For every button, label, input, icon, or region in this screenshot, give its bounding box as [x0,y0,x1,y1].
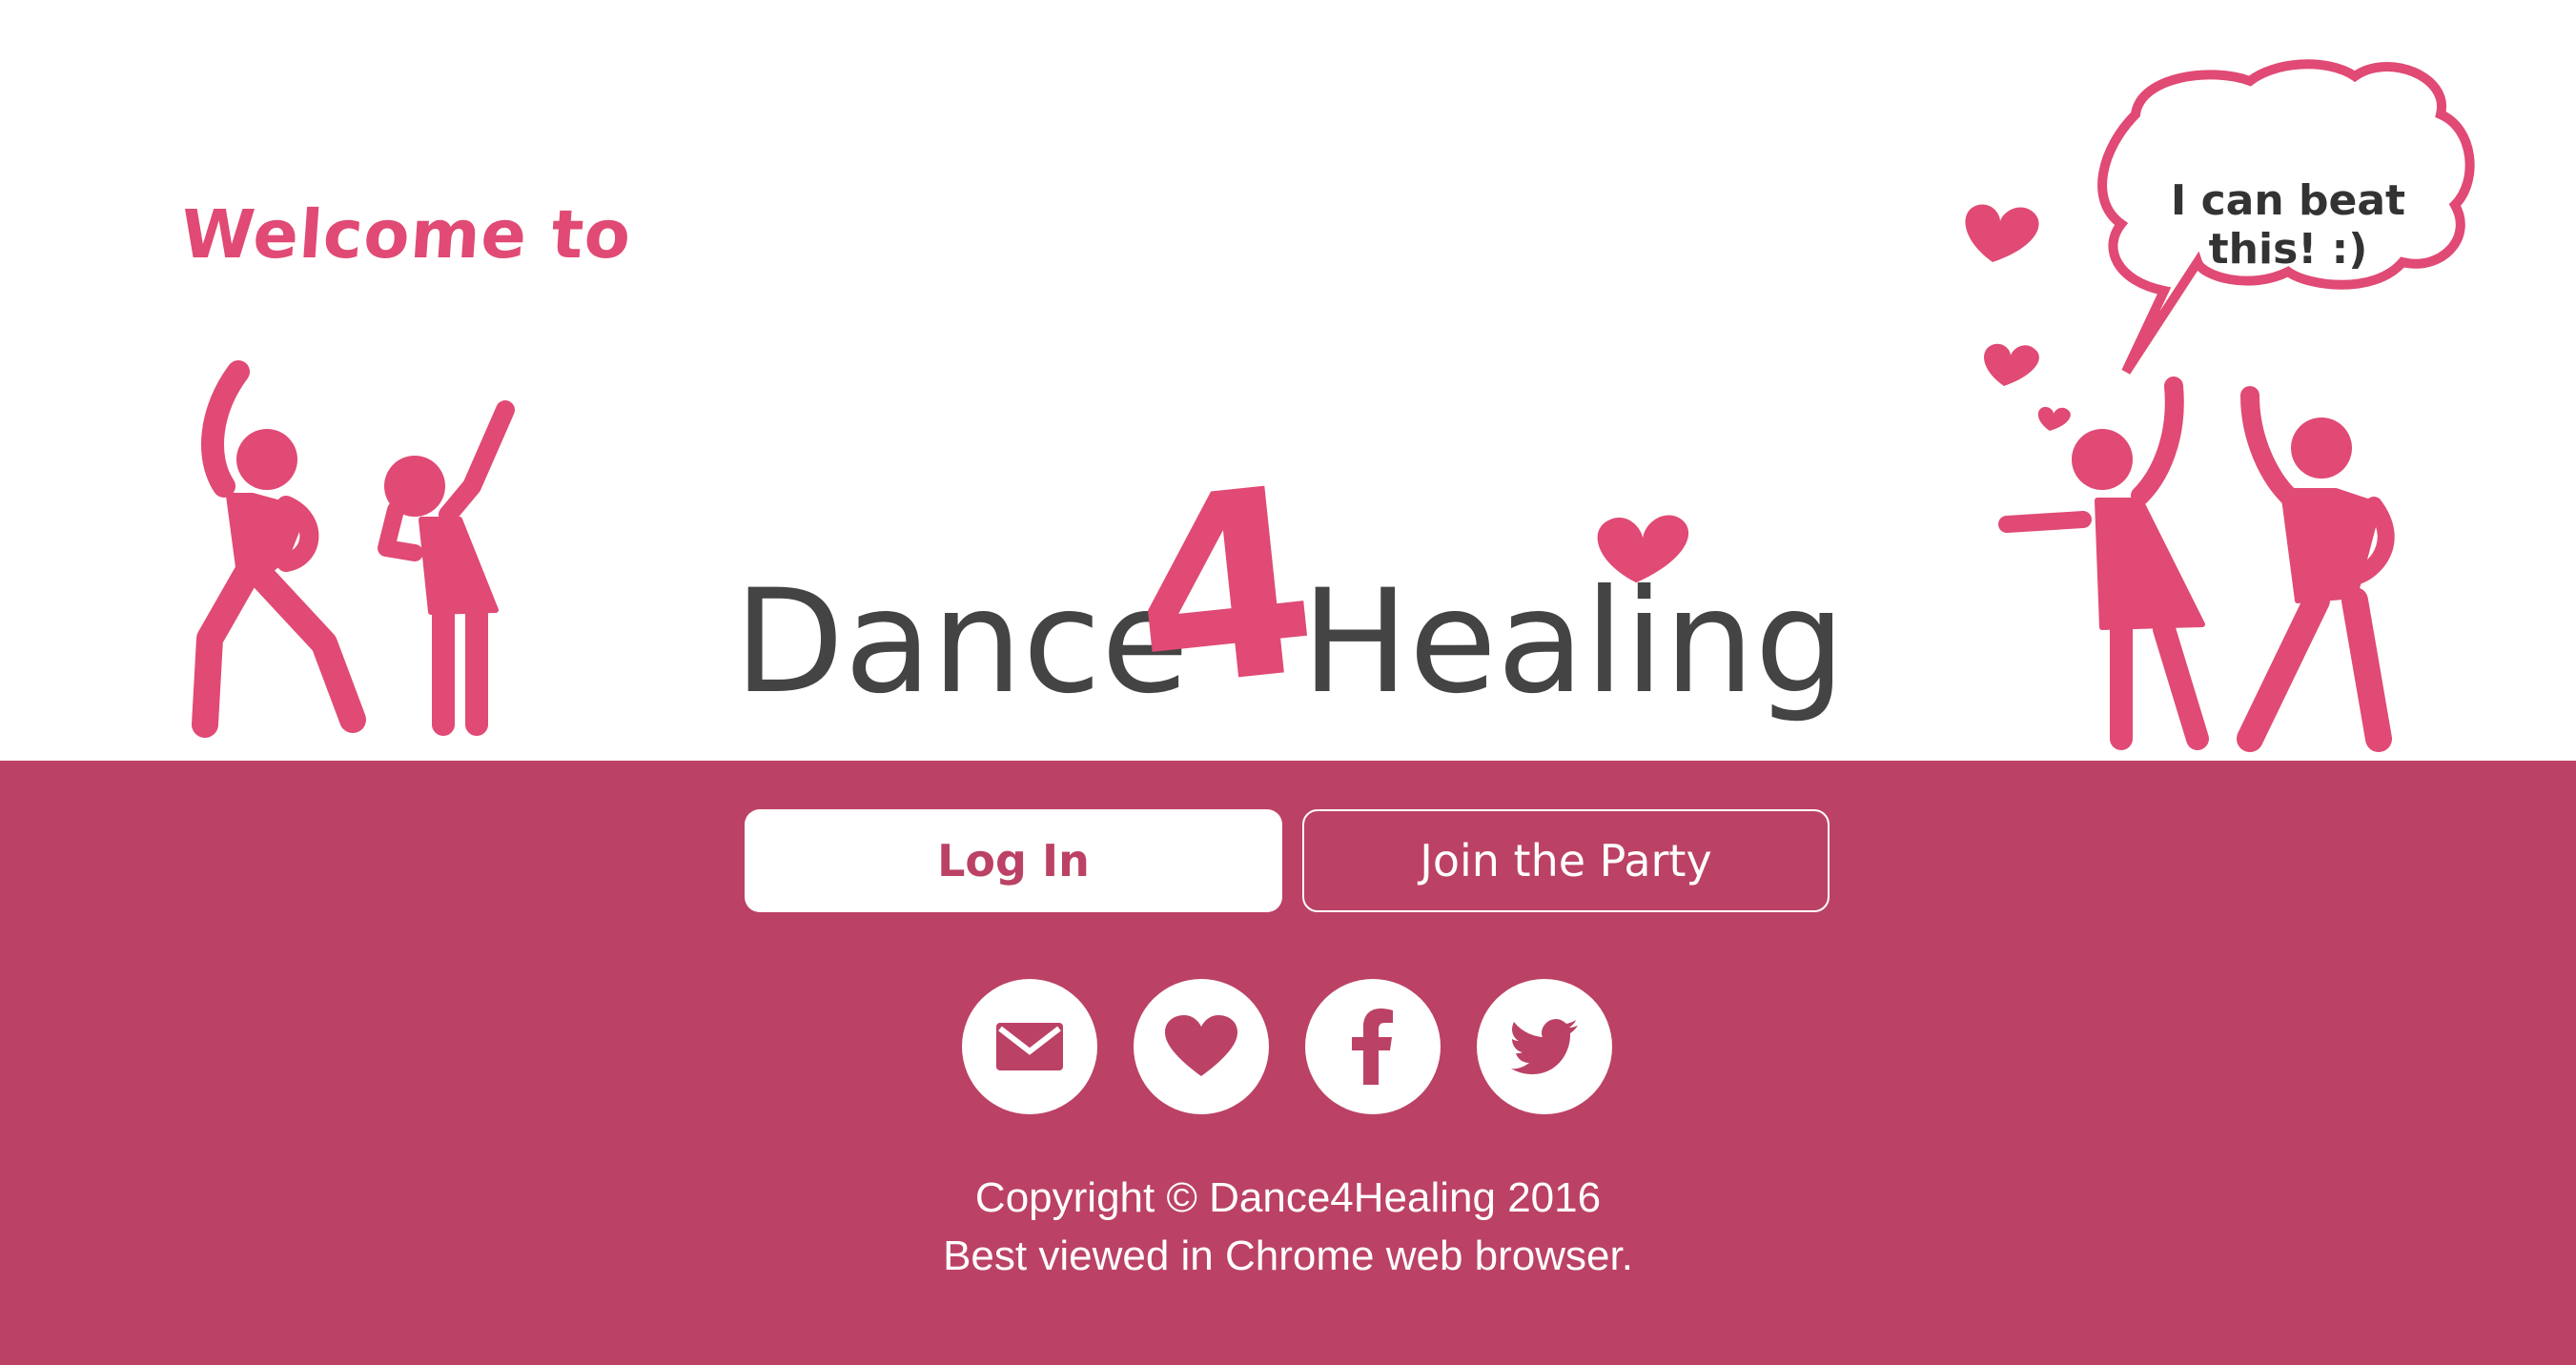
join-party-button[interactable]: Join the Party [1302,809,1830,912]
envelope-icon [996,1023,1063,1070]
floating-heart-icon [2037,406,2071,431]
browser-note-text: Best viewed in Chrome web browser. [943,1233,1633,1279]
twitter-icon [1511,1019,1578,1074]
heart-icon [1165,1015,1237,1076]
twitter-link[interactable] [1477,979,1612,1114]
copyright-text: Copyright © Dance4Healing 2016 [974,1174,1602,1221]
floating-heart-icon [1965,204,2039,262]
dancers-illustration-right [1965,59,2475,752]
facebook-link[interactable] [1305,979,1441,1114]
email-link[interactable] [962,979,1097,1114]
welcome-heading: Welcome to [178,195,634,274]
facebook-icon [1352,1008,1393,1085]
floating-heart-icon [1984,343,2039,386]
dance4healing-logo: Dance 4 Healing [734,430,1846,744]
dancers-illustration-left [192,360,515,738]
logo-dance-text: Dance [734,560,1189,725]
hero-section: Welcome to Dance 4 Healing I can beat th… [0,0,2576,761]
login-button[interactable]: Log In [745,809,1282,912]
donate-link[interactable] [1134,979,1269,1114]
logo-number-text: 4 [1119,430,1329,744]
speech-bubble-text: I can beat this! :) [2170,176,2406,274]
logo-healing-text: Healing [1301,560,1846,725]
